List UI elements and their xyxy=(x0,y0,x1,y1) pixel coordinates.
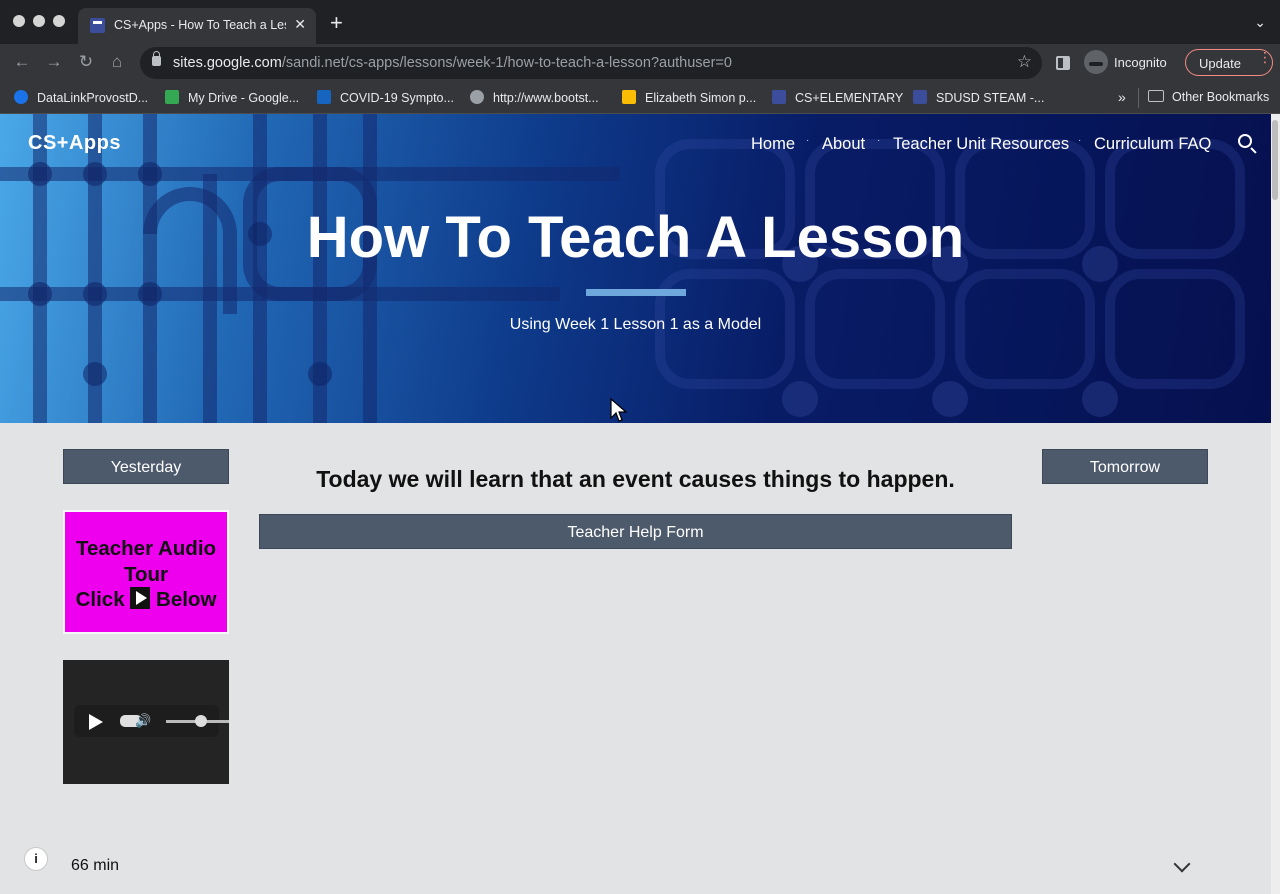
home-icon[interactable]: ⌂ xyxy=(106,52,128,72)
bookmark-label: http://www.bootst... xyxy=(493,91,599,105)
lesson-goal-heading: Today we will learn that an event causes… xyxy=(316,466,955,492)
bookmark-item[interactable]: COVID-19 Sympto... xyxy=(317,90,454,105)
google-drive-icon xyxy=(165,90,179,104)
bookmark-label: COVID-19 Sympto... xyxy=(340,91,454,105)
nav-separator: · xyxy=(1078,135,1082,146)
teacher-audio-tour-image: Teacher Audio Tour Click Below xyxy=(63,510,229,634)
google-sites-icon xyxy=(772,90,786,104)
bookmark-item[interactable]: SDUSD STEAM -... xyxy=(913,90,1044,105)
site-title[interactable]: CS+Apps xyxy=(28,132,121,155)
kebab-menu-icon[interactable]: ⋮ xyxy=(1258,50,1272,64)
teacher-help-form-button[interactable]: Teacher Help Form xyxy=(259,514,1012,549)
incognito-indicator[interactable]: Incognito xyxy=(1084,50,1178,76)
page-scrollbar[interactable] xyxy=(1271,114,1280,894)
back-arrow-icon[interactable]: ← xyxy=(11,52,33,72)
browser-toolbar: ← → ↻ ⌂ sites.google.com/sandi.net/cs-ap… xyxy=(0,44,1280,82)
bookmark-item[interactable]: http://www.bootst... xyxy=(470,90,599,105)
window-close-control[interactable] xyxy=(13,15,25,27)
audio-card-line: Tour xyxy=(123,562,169,586)
globe-icon xyxy=(470,90,484,104)
bookmarks-divider xyxy=(1138,88,1139,108)
bookmark-label: Elizabeth Simon p... xyxy=(645,91,757,105)
audio-card-below-text: Below xyxy=(156,588,217,611)
browser-tab-active[interactable]: CS+Apps - How To Teach a Lesson ✕ xyxy=(78,8,316,44)
url-host: sites.google.com xyxy=(173,55,282,71)
bookmark-item[interactable]: My Drive - Google... xyxy=(165,90,299,105)
browser-tab-strip: CS+Apps - How To Teach a Lesson ✕ + ⌄ xyxy=(0,0,1280,44)
url-text[interactable]: sites.google.com/sandi.net/cs-apps/lesso… xyxy=(173,55,732,71)
yesterday-button[interactable]: Yesterday xyxy=(63,449,229,484)
page-title: How To Teach A Lesson xyxy=(306,205,965,270)
duration-label: 66 min xyxy=(71,857,120,874)
window-zoom-control[interactable] xyxy=(53,15,65,27)
incognito-icon xyxy=(1084,50,1108,74)
bookmark-favicon-icon xyxy=(317,90,331,104)
google-calendar-icon xyxy=(622,90,636,104)
audio-card-line: Teacher Audio xyxy=(75,537,217,560)
google-sites-favicon-icon xyxy=(90,18,105,33)
google-sites-icon xyxy=(913,90,927,104)
folder-icon xyxy=(1148,90,1164,102)
tomorrow-button[interactable]: Tomorrow xyxy=(1042,449,1208,484)
volume-icon[interactable]: 🔊 xyxy=(135,713,151,729)
mouse-pointer-icon xyxy=(610,398,628,422)
volume-slider-handle[interactable] xyxy=(195,715,207,727)
bookmark-label: SDUSD STEAM -... xyxy=(936,91,1045,105)
title-accent-bar xyxy=(586,289,686,296)
other-bookmarks-label: Other Bookmarks xyxy=(1172,90,1270,104)
bookmark-label: DataLinkProvostD... xyxy=(37,91,149,105)
nav-teacher-unit-resources[interactable]: Teacher Unit Resources xyxy=(893,135,1069,154)
page-viewport: CS+Apps Home · About · Teacher Unit Reso… xyxy=(0,114,1280,894)
chevron-down-icon[interactable] xyxy=(1173,855,1191,873)
forward-arrow-icon[interactable]: → xyxy=(43,52,65,72)
page-subtitle: Using Week 1 Lesson 1 as a Model xyxy=(509,316,762,333)
audio-player: 🔊 xyxy=(63,660,229,784)
new-tab-button[interactable]: + xyxy=(330,12,343,34)
lock-icon[interactable] xyxy=(152,51,161,66)
nav-separator: · xyxy=(877,135,881,146)
tab-title: CS+Apps - How To Teach a Lesson xyxy=(114,18,286,32)
bookmarks-overflow-icon[interactable]: » xyxy=(1118,89,1126,105)
reload-icon[interactable]: ↻ xyxy=(75,52,97,72)
bookmark-favicon-icon xyxy=(14,90,28,104)
nav-home[interactable]: Home xyxy=(751,135,795,154)
update-label: Update xyxy=(1199,56,1241,71)
audio-card-click-text: Click xyxy=(75,588,125,611)
hero-banner: CS+Apps Home · About · Teacher Unit Reso… xyxy=(0,114,1271,423)
window-minimize-control[interactable] xyxy=(33,15,45,27)
scrollbar-thumb[interactable] xyxy=(1272,120,1278,200)
tab-close-icon[interactable]: ✕ xyxy=(294,16,306,33)
bookmark-label: CS+ELEMENTARY xyxy=(795,91,904,105)
nav-separator: · xyxy=(806,135,810,146)
search-icon[interactable] xyxy=(1238,134,1252,148)
play-icon xyxy=(130,587,151,609)
update-button[interactable]: Update ⋮ xyxy=(1185,49,1273,76)
nav-about[interactable]: About xyxy=(822,135,865,154)
bookmarks-bar: DataLinkProvostD... My Drive - Google...… xyxy=(0,82,1280,114)
other-bookmarks-folder[interactable]: Other Bookmarks xyxy=(1148,90,1269,104)
play-button-icon[interactable] xyxy=(89,714,103,730)
incognito-label: Incognito xyxy=(1114,55,1167,70)
bookmark-label: My Drive - Google... xyxy=(188,91,300,105)
tab-search-chevron-icon[interactable]: ⌄ xyxy=(1254,14,1266,31)
side-panel-icon[interactable] xyxy=(1056,56,1070,70)
nav-curriculum-faq[interactable]: Curriculum FAQ xyxy=(1094,135,1211,154)
bookmark-item[interactable]: DataLinkProvostD... xyxy=(14,90,148,105)
info-icon[interactable]: i xyxy=(24,847,48,871)
bookmark-star-icon[interactable]: ☆ xyxy=(1017,52,1032,72)
bookmark-item[interactable]: CS+ELEMENTARY xyxy=(772,90,903,105)
url-path: /sandi.net/cs-apps/lessons/week-1/how-to… xyxy=(281,55,732,71)
bookmark-item[interactable]: Elizabeth Simon p... xyxy=(622,90,756,105)
address-bar[interactable]: sites.google.com/sandi.net/cs-apps/lesso… xyxy=(140,47,1042,79)
